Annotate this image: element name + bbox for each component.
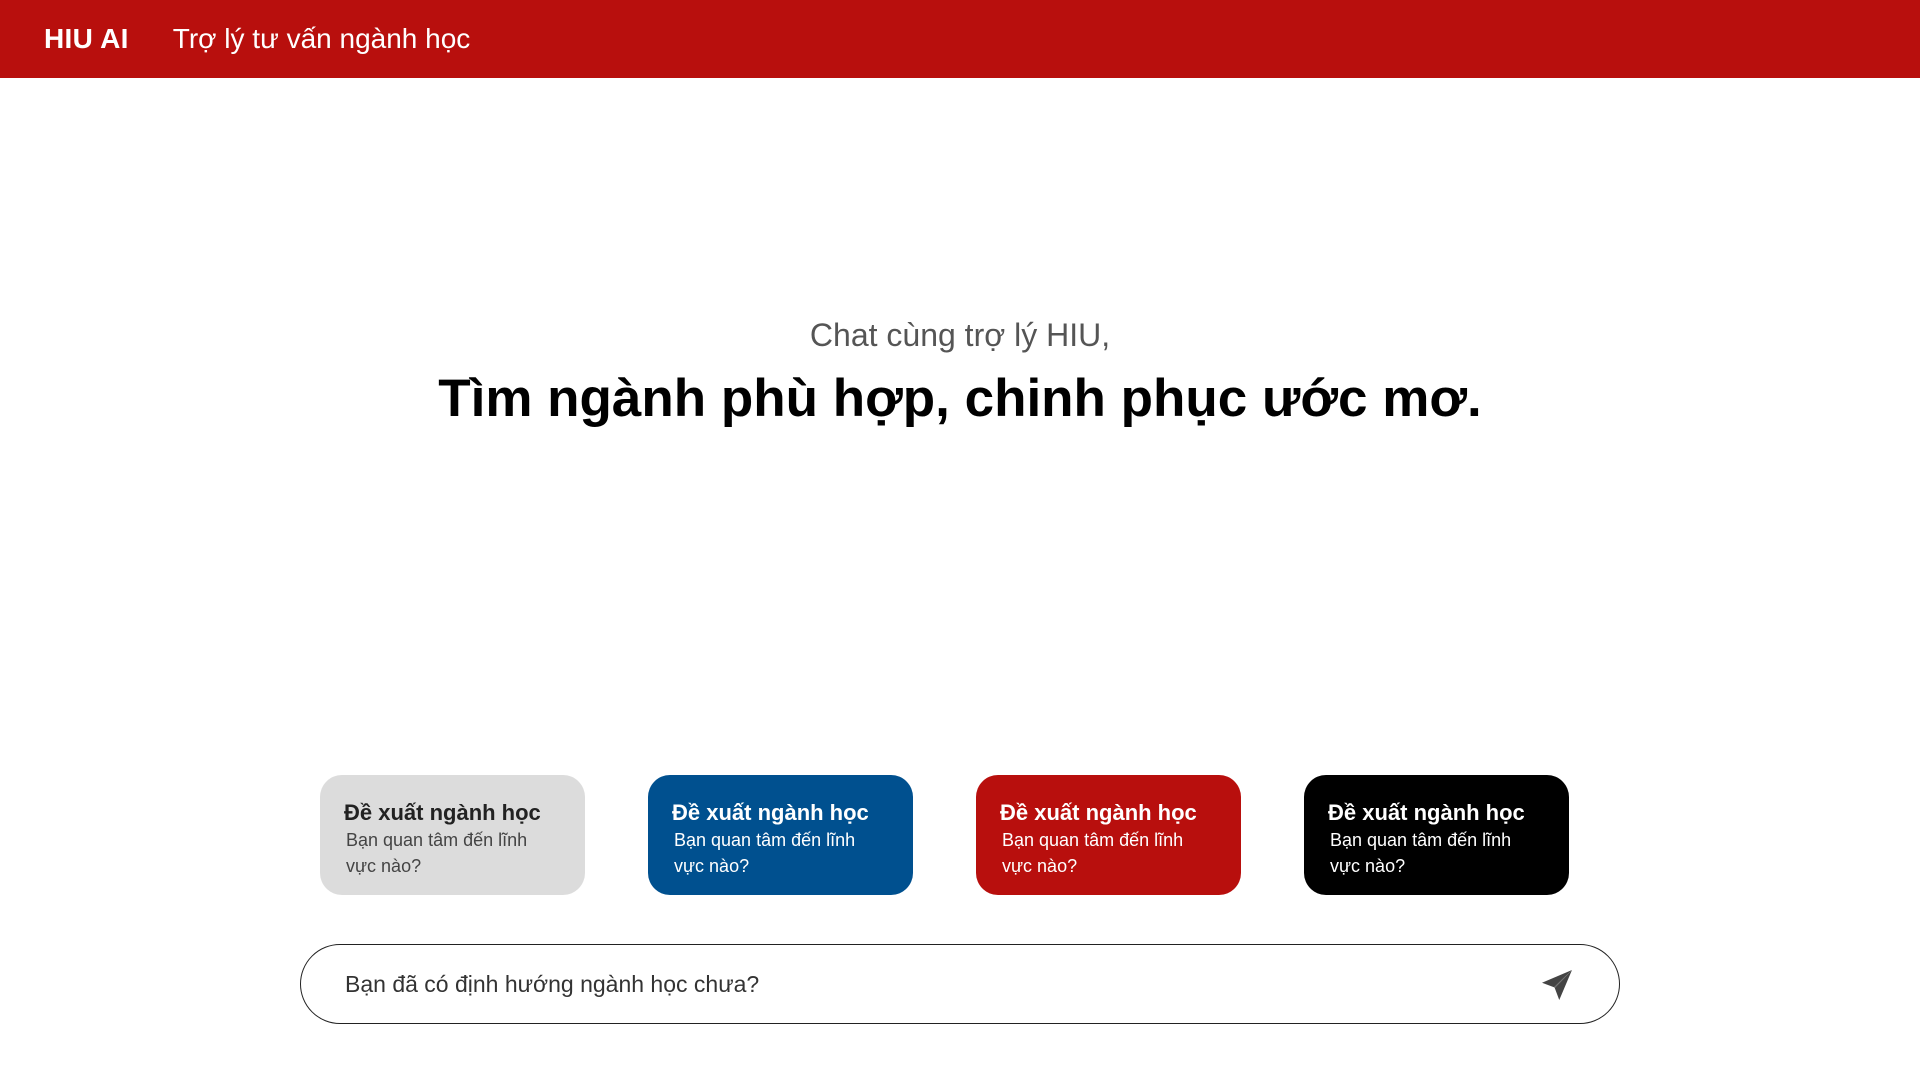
suggestion-card-title: Đề xuất ngành học bbox=[1000, 800, 1197, 825]
suggestion-card-title: Đề xuất ngành học bbox=[344, 800, 541, 825]
chat-input-bar bbox=[300, 944, 1620, 1024]
chat-input[interactable] bbox=[343, 963, 1497, 1005]
suggestion-cards: Đề xuất ngành học Bạn quan tâm đến lĩnh … bbox=[320, 775, 1570, 895]
suggestion-card-3[interactable]: Đề xuất ngành học Bạn quan tâm đến lĩnh … bbox=[976, 775, 1241, 895]
hero-section: Chat cùng trợ lý HIU, Tìm ngành phù hợp,… bbox=[0, 312, 1920, 434]
hero-greeting: Chat cùng trợ lý HIU, bbox=[809, 317, 1111, 353]
hero-title: Tìm ngành phù hợp, chinh phục ước mơ. bbox=[438, 369, 1482, 428]
suggestion-card-4[interactable]: Đề xuất ngành học Bạn quan tâm đến lĩnh … bbox=[1304, 775, 1569, 895]
suggestion-card-title: Đề xuất ngành học bbox=[1328, 800, 1525, 825]
brand-logo[interactable]: HIU AI bbox=[44, 23, 129, 55]
suggestion-card-description: Bạn quan tâm đến lĩnh vực nào? bbox=[346, 830, 528, 876]
suggestion-card-description: Bạn quan tâm đến lĩnh vực nào? bbox=[1330, 830, 1512, 876]
suggestion-card-description: Bạn quan tâm đến lĩnh vực nào? bbox=[674, 830, 856, 876]
top-bar: HIU AI Trợ lý tư vấn ngành học bbox=[0, 0, 1920, 78]
suggestion-card-1[interactable]: Đề xuất ngành học Bạn quan tâm đến lĩnh … bbox=[320, 775, 585, 895]
send-button[interactable] bbox=[1537, 965, 1577, 1005]
send-icon bbox=[1542, 970, 1572, 1000]
nav-title[interactable]: Trợ lý tư vấn ngành học bbox=[173, 23, 471, 55]
suggestion-card-title: Đề xuất ngành học bbox=[672, 800, 869, 825]
suggestion-card-2[interactable]: Đề xuất ngành học Bạn quan tâm đến lĩnh … bbox=[648, 775, 913, 895]
suggestion-card-description: Bạn quan tâm đến lĩnh vực nào? bbox=[1002, 830, 1184, 876]
